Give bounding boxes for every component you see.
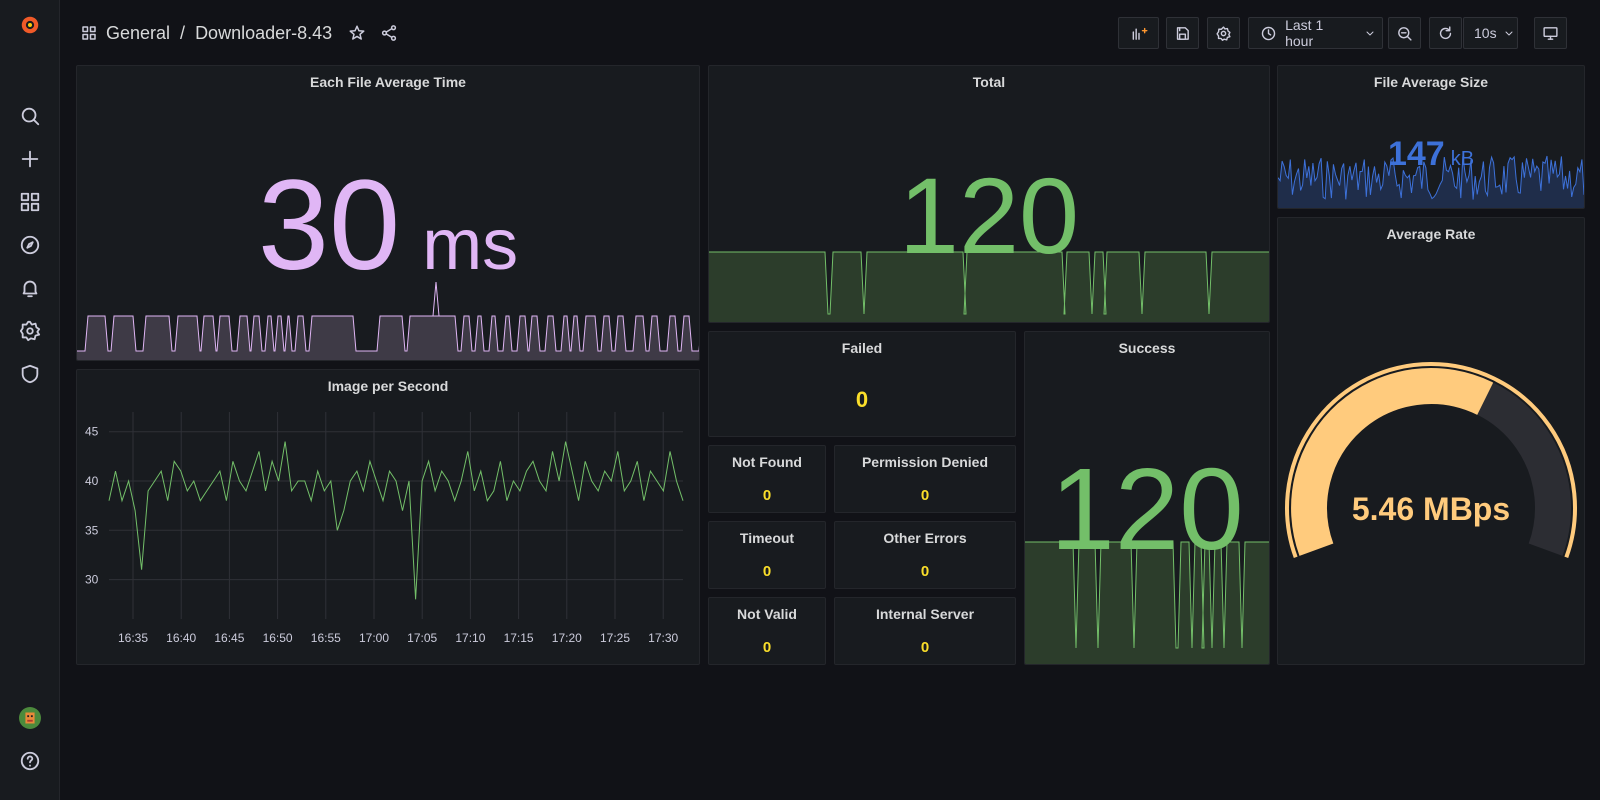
refresh-interval-picker[interactable]: 10s [1463,17,1518,49]
share-icon[interactable] [376,20,402,46]
x-tick-label: 17:05 [407,631,437,645]
stat-value: 0 [762,639,772,656]
panel-internal-server[interactable]: Internal Server 0 [834,597,1016,665]
x-tick-label: 17:15 [504,631,534,645]
help-icon[interactable] [18,749,42,773]
panel-timeout[interactable]: Timeout 0 [708,521,826,589]
shield-icon[interactable] [18,362,42,386]
chevron-down-icon [1358,20,1382,46]
series-line [108,441,684,600]
panel-average-rate[interactable]: Average Rate 5.46 MBps [1277,217,1585,665]
panel-title: Internal Server [875,606,975,622]
clock-icon [1259,20,1277,46]
panel-file-average-size[interactable]: File Average Size 147 kB [1277,65,1585,209]
x-tick-label: 17:30 [648,631,678,645]
panel-title: Failed [841,340,883,356]
time-range-picker[interactable]: Last 1 hour [1248,17,1383,49]
panel-title: Average Rate [1386,226,1476,242]
panel-title: Not Valid [737,606,797,622]
panel-title: File Average Size [1373,74,1489,90]
panel-not-valid[interactable]: Not Valid 0 [708,597,826,665]
stat-value: 0 [762,563,772,580]
stat-value: 120 [898,155,1080,276]
panel-total[interactable]: Total 120 [708,65,1270,323]
stat-number: 147 [1387,135,1445,173]
panel-title: Success [1118,340,1176,356]
panel-image-per-second[interactable]: Image per Second 30 35 40 45 16:35 16:40 16:45… [76,369,700,665]
panel-title: Image per Second [327,378,449,394]
grafana-logo[interactable] [18,13,42,37]
panel-title: Permission Denied [861,454,989,470]
stat-value: 147 kB [1278,134,1584,181]
stat-value: 0 [855,387,869,412]
panel-failed[interactable]: Failed 0 [708,331,1016,437]
settings-icon[interactable] [18,319,42,343]
time-range-label: Last 1 hour [1285,17,1324,49]
dashboard-settings-button[interactable] [1207,17,1240,49]
chevron-down-icon [1501,20,1517,46]
avatar[interactable] [18,706,42,730]
tv-mode-button[interactable] [1534,17,1567,49]
y-tick-label: 40 [85,474,99,488]
panel-title: Total [972,74,1006,90]
x-tick-label: 17:25 [600,631,630,645]
gauge [1285,362,1577,558]
sparkline-area [77,316,699,360]
x-tick-label: 17:10 [455,631,485,645]
panel-title: Timeout [739,530,795,546]
y-tick-label: 35 [85,523,99,537]
x-tick-label: 17:00 [359,631,389,645]
x-tick-label: 16:45 [214,631,244,645]
dashboard-title[interactable]: Downloader-8.43 [195,23,332,44]
explore-icon[interactable] [18,233,42,257]
stat-value: 0 [920,563,930,580]
sparkline [77,281,699,360]
stat-value: 120 [1050,444,1244,574]
y-tick-label: 30 [85,573,99,587]
stat-value: 0 [762,487,772,504]
breadcrumb-folder[interactable]: General [106,23,170,44]
panel-not-found[interactable]: Not Found 0 [708,445,826,513]
panel-title: Other Errors [883,530,967,546]
breadcrumb-separator: / [180,22,186,43]
add-panel-button[interactable] [1118,17,1159,49]
x-tick-label: 16:35 [118,631,148,645]
sparkline-spike [432,281,440,317]
search-icon[interactable] [18,104,42,128]
stat-value: 0 [920,487,930,504]
timeseries-chart: 30 35 40 45 16:35 16:40 16:45 16:50 16:55 17:00 17… [85,412,684,645]
star-icon[interactable] [344,20,370,46]
stat-unit: ms [422,205,519,285]
y-tick-label: 45 [85,425,99,439]
x-tick-label: 16:40 [166,631,196,645]
gauge-value: 5.46 MBps [1351,491,1511,527]
panel-success[interactable]: Success 120 [1024,331,1270,665]
panel-title: Each File Average Time [310,74,466,90]
top-bar: General / Downloader-8.43 Last 1 hour 10… [60,0,1600,64]
x-tick-label: 17:20 [552,631,582,645]
x-tick-label: 16:50 [263,631,293,645]
save-dashboard-button[interactable] [1166,17,1199,49]
zoom-out-button[interactable] [1388,17,1421,49]
breadcrumb: General / Downloader-8.43 [76,20,402,46]
sidebar [0,0,60,800]
dashboards-icon[interactable] [18,190,42,214]
dashboards-grid-icon [76,20,102,46]
panel-each-file-average-time[interactable]: Each File Average Time 30 ms [76,65,700,361]
stat-value: 0 [920,639,930,656]
stat-value: 30 ms [77,161,699,291]
plus-icon[interactable] [18,147,42,171]
refresh-interval-label: 10s [1474,25,1497,41]
refresh-button[interactable] [1429,17,1462,49]
panel-permission-denied[interactable]: Permission Denied 0 [834,445,1016,513]
panel-other-errors[interactable]: Other Errors 0 [834,521,1016,589]
panel-title: Not Found [732,454,802,470]
stat-unit: kB [1450,148,1475,170]
alerting-icon[interactable] [18,276,42,300]
x-tick-label: 16:55 [311,631,341,645]
